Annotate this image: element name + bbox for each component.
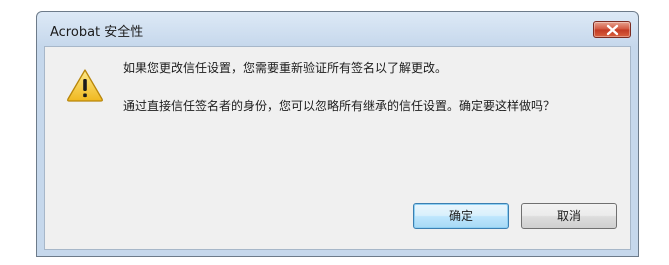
close-button[interactable]: [593, 21, 631, 38]
warning-icon: [67, 69, 103, 102]
security-dialog: Acrobat 安全性 如果您更改信任设置，您需要重新验证所有签名以了解更改。 …: [36, 11, 639, 257]
dialog-title: Acrobat 安全性: [50, 25, 144, 40]
close-icon: [606, 24, 619, 36]
dialog-content: 如果您更改信任设置，您需要重新验证所有签名以了解更改。 通过直接信任签名者的身份…: [44, 46, 631, 250]
message-text-2: 通过直接信任签名者的身份，您可以忽略所有继承的信任设置。确定要这样做吗？: [123, 99, 556, 113]
cancel-button[interactable]: 取消: [521, 203, 617, 229]
message-text-1: 如果您更改信任设置，您需要重新验证所有签名以了解更改。: [123, 61, 448, 75]
title-bar[interactable]: Acrobat 安全性: [37, 12, 638, 46]
ok-button[interactable]: 确定: [413, 203, 509, 229]
